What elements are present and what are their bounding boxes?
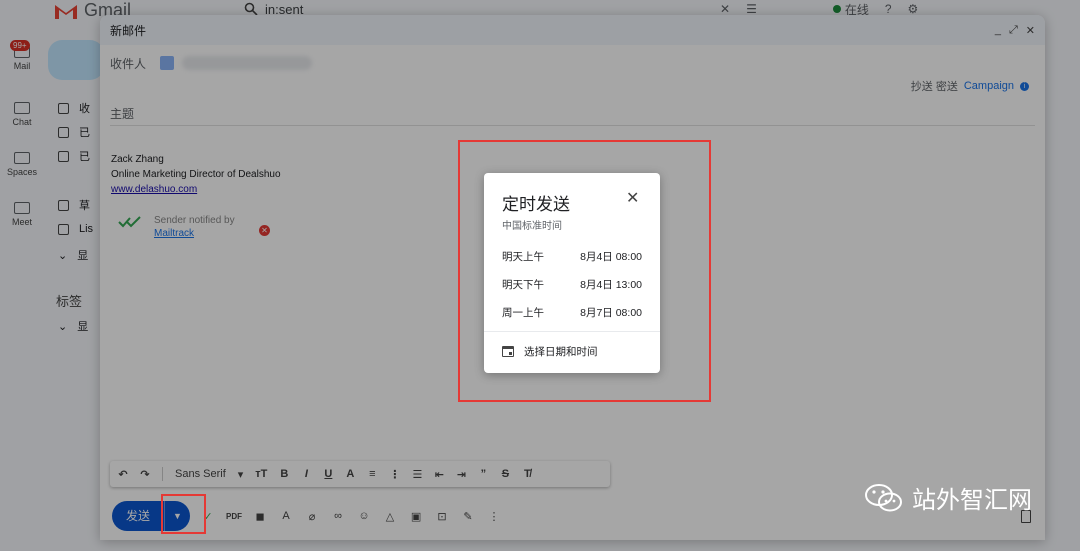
annotation-highlight-send-dropdown [161, 494, 206, 534]
annotation-highlight-dialog [458, 140, 711, 402]
watermark: 站外智汇网 [864, 480, 1032, 515]
watermark-text: 站外智汇网 [912, 486, 1032, 514]
wechat-logo-icon [865, 483, 902, 511]
